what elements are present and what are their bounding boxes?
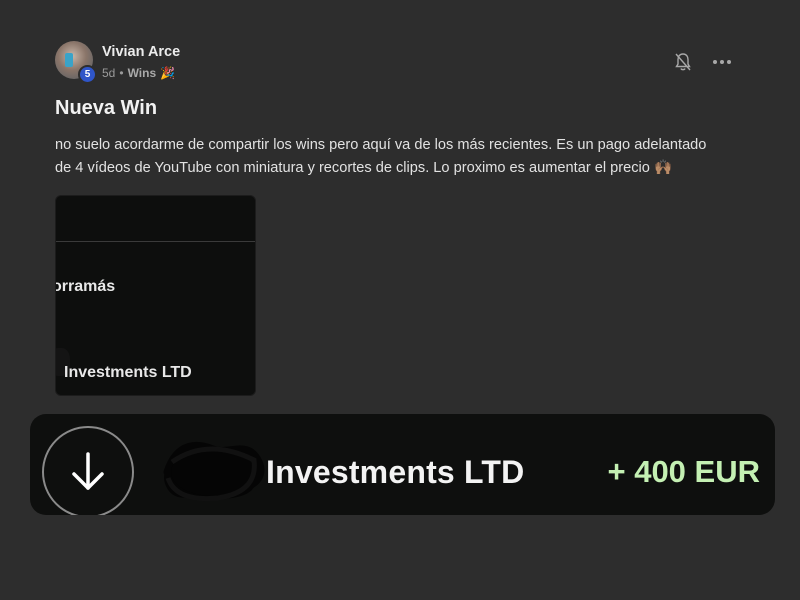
post-time: 5d bbox=[102, 66, 116, 80]
meta-separator: • bbox=[119, 66, 124, 80]
post-body-line: de 4 vídeos de YouTube con miniatura y r… bbox=[55, 160, 673, 176]
post-card: 5 Vivian Arce 5d • Wins 🎉 Nueva Win no s… bbox=[0, 0, 800, 600]
category-emoji: 🎉 bbox=[160, 66, 176, 80]
payer-company: Investments LTD bbox=[266, 454, 525, 490]
arrow-down-icon bbox=[72, 452, 104, 490]
attachment-thumbnail[interactable]: orramás Investments LTD bbox=[55, 195, 256, 396]
attachment-label-top: orramás bbox=[55, 278, 116, 295]
post-meta: 5d • Wins 🎉 bbox=[102, 66, 175, 80]
post-body: no suelo acordarme de compartir los wins… bbox=[55, 134, 755, 180]
avatar-photo-detail bbox=[65, 53, 73, 67]
payment-amount: + 400 EUR bbox=[607, 454, 760, 489]
payment-banner: Investments LTD + 400 EUR bbox=[30, 414, 775, 515]
attachment-divider bbox=[56, 241, 255, 242]
post-body-line: no suelo acordarme de compartir los wins… bbox=[55, 137, 707, 153]
post-category[interactable]: Wins bbox=[128, 66, 157, 80]
attachment-label-bottom: Investments LTD bbox=[64, 364, 192, 381]
author-name[interactable]: Vivian Arce bbox=[102, 44, 180, 60]
more-horizontal-icon[interactable] bbox=[712, 59, 732, 65]
post-title: Nueva Win bbox=[55, 97, 158, 119]
incoming-payment-indicator bbox=[42, 426, 134, 515]
level-badge: 5 bbox=[78, 65, 97, 84]
redaction-scribble bbox=[163, 441, 265, 502]
bell-off-icon[interactable] bbox=[674, 52, 692, 72]
